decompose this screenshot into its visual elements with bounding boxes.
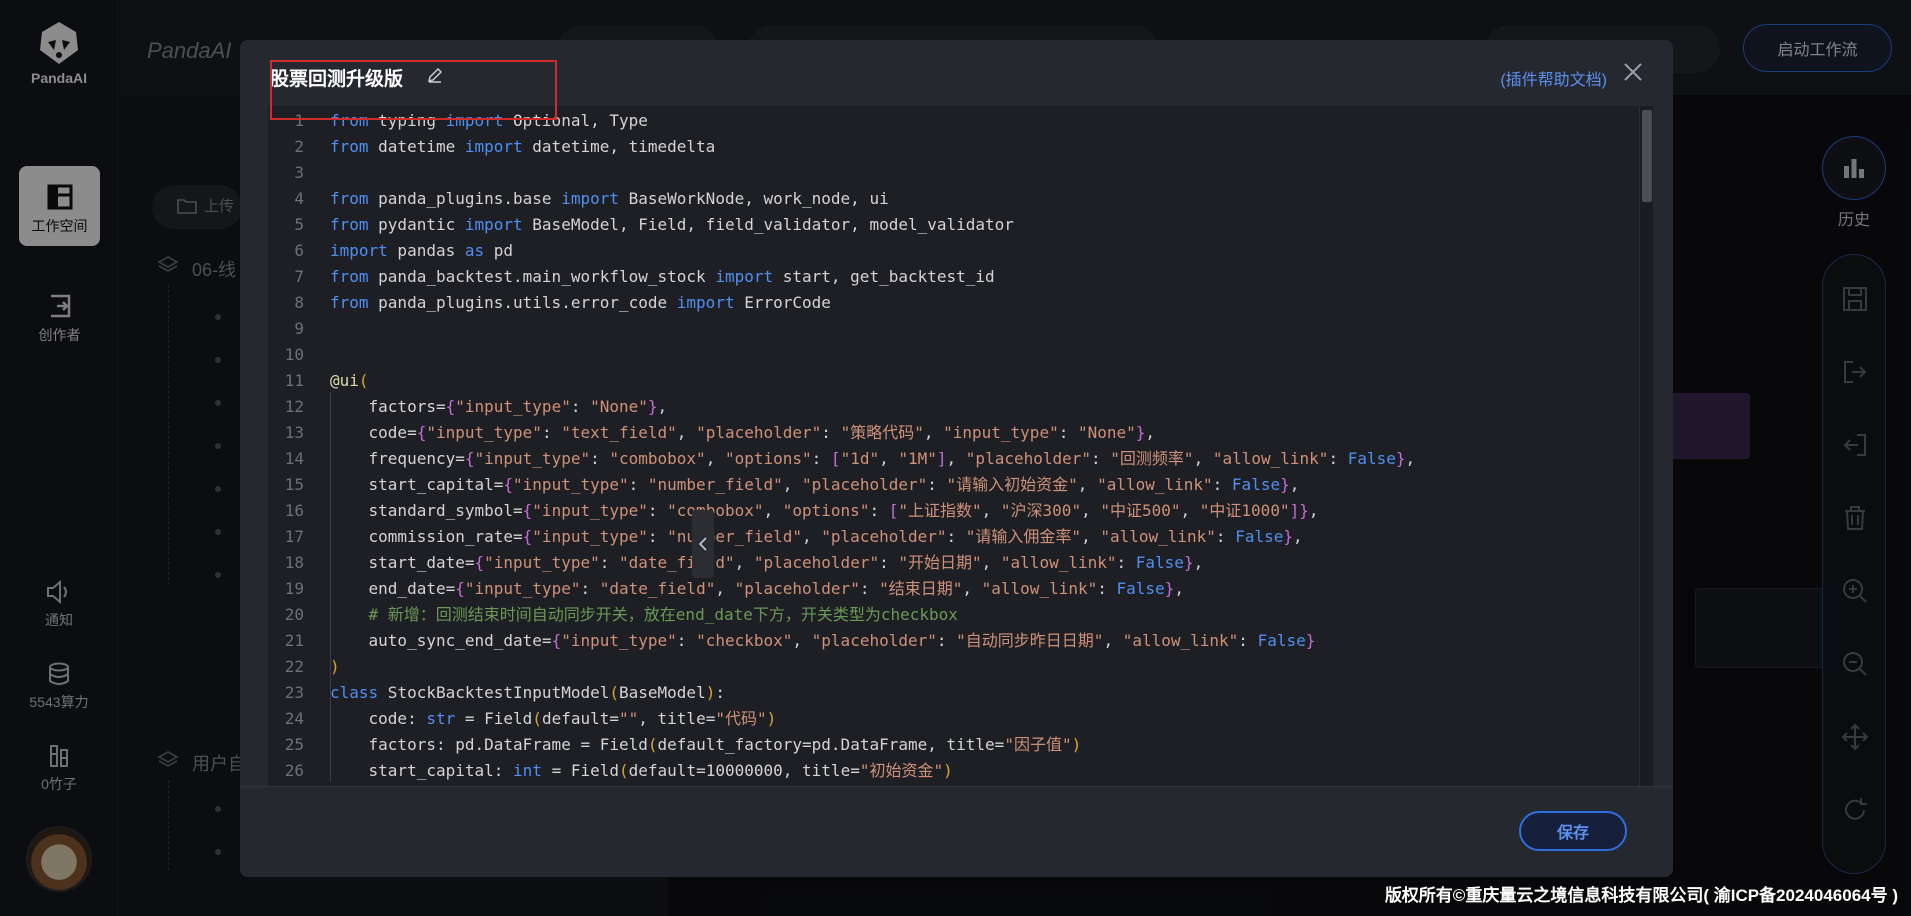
code-line[interactable]: 3	[268, 160, 1628, 186]
code-line[interactable]: 14 frequency={"input_type": "combobox", …	[268, 446, 1628, 472]
code-line[interactable]: 7 from panda_backtest.main_workflow_stock…	[268, 264, 1628, 290]
code-text: frequency={"input_type": "combobox", "op…	[330, 449, 1416, 468]
code-editor-modal: 股票回测升级版 (插件帮助文档) 1 from typing import Opt…	[240, 40, 1673, 877]
code-text: @ui(	[330, 371, 369, 390]
code-text: # 新增：回测结束时间自动同步开关，放在end_date下方，开关类型为chec…	[330, 605, 958, 624]
code-line[interactable]: 23 class StockBacktestInputModel(BaseMode…	[268, 680, 1628, 706]
code-text: commission_rate={"input_type": "number_f…	[330, 527, 1303, 546]
scrollbar-thumb[interactable]	[1642, 110, 1652, 202]
code-line[interactable]: 12 factors={"input_type": "None"},	[268, 394, 1628, 420]
code-text: factors={"input_type": "None"},	[330, 397, 668, 416]
close-icon[interactable]	[1621, 60, 1645, 84]
editor-scrollbar[interactable]	[1639, 106, 1653, 786]
code-line[interactable]: 16 standard_symbol={"input_type": "combo…	[268, 498, 1628, 524]
code-text: from panda_plugins.utils.error_code impo…	[330, 293, 831, 312]
code-text: standard_symbol={"input_type": "combobox…	[330, 501, 1319, 520]
line-number: 11	[284, 371, 304, 390]
code-text: factors: pd.DataFrame = Field(default_fa…	[330, 735, 1082, 754]
line-number: 3	[294, 163, 304, 182]
code-text: from pydantic import BaseModel, Field, f…	[330, 215, 1014, 234]
line-number: 14	[284, 449, 304, 468]
line-number: 19	[284, 579, 304, 598]
code-line[interactable]: 5 from pydantic import BaseModel, Field, …	[268, 212, 1628, 238]
line-number: 2	[294, 137, 304, 156]
code-editor[interactable]: 1 from typing import Optional, Type 2 from …	[268, 106, 1653, 786]
line-number: 4	[294, 189, 304, 208]
highlight-annotation	[270, 60, 557, 120]
code-line[interactable]: 8 from panda_plugins.utils.error_code imp…	[268, 290, 1628, 316]
code-text: )	[330, 657, 340, 676]
code-text: import pandas as pd	[330, 241, 514, 260]
code-text: start_date={"input_type": "date_field", …	[330, 553, 1204, 572]
collapse-handle[interactable]	[692, 510, 714, 578]
code-text: end_date={"input_type": "date_field", "p…	[330, 579, 1184, 598]
line-number: 15	[284, 475, 304, 494]
code-line[interactable]: 4 from panda_plugins.base import BaseWork…	[268, 186, 1628, 212]
code-line[interactable]: 13 code={"input_type": "text_field", "pl…	[268, 420, 1628, 446]
app-root: PandaAI 工作空间 创作者 通知 5543算力 0竹子 PandaAI 启…	[0, 0, 1911, 916]
line-number: 18	[284, 553, 304, 572]
code-text: auto_sync_end_date={"input_type": "check…	[330, 631, 1316, 650]
code-line[interactable]: 22)	[268, 654, 1628, 680]
code-text: from panda_plugins.base import BaseWorkN…	[330, 189, 889, 208]
code-line[interactable]: 18 start_date={"input_type": "date_field…	[268, 550, 1628, 576]
copyright-text: 版权所有©重庆量云之境信息科技有限公司( 渝ICP备2024046064号 )	[1384, 886, 1898, 905]
line-number: 21	[284, 631, 304, 650]
code-line[interactable]: 10	[268, 342, 1628, 368]
line-number: 20	[284, 605, 304, 624]
code-line[interactable]: 11 @ui(	[268, 368, 1628, 394]
code-text: code={"input_type": "text_field", "place…	[330, 423, 1156, 442]
line-number: 24	[284, 709, 304, 728]
code-text: from panda_backtest.main_workflow_stock …	[330, 267, 995, 286]
code-line[interactable]: 26 start_capital: int = Field(default=10…	[268, 758, 1628, 784]
line-number: 13	[284, 423, 304, 442]
code-line[interactable]: 2 from datetime import datetime, timedelt…	[268, 134, 1628, 160]
indent-guide	[330, 392, 331, 782]
code-line[interactable]: 17 commission_rate={"input_type": "numbe…	[268, 524, 1628, 550]
code-line[interactable]: 24 code: str = Field(default="", title="…	[268, 706, 1628, 732]
plugin-help-link[interactable]: (插件帮助文档)	[1500, 66, 1607, 90]
line-number: 8	[294, 293, 304, 312]
line-number: 10	[284, 345, 304, 364]
line-number: 22	[284, 657, 304, 676]
line-number: 9	[294, 319, 304, 338]
line-number: 12	[284, 397, 304, 416]
line-number: 6	[294, 241, 304, 260]
save-button[interactable]: 保存	[1519, 811, 1627, 851]
code-text: start_capital: int = Field(default=10000…	[330, 761, 953, 780]
code-line[interactable]: 21 auto_sync_end_date={"input_type": "ch…	[268, 628, 1628, 654]
code-line[interactable]: 25 factors: pd.DataFrame = Field(default…	[268, 732, 1628, 758]
code-text: class StockBacktestInputModel(BaseModel)…	[330, 683, 725, 702]
code-line[interactable]: 6 import pandas as pd	[268, 238, 1628, 264]
line-number: 17	[284, 527, 304, 546]
code-line[interactable]: 9	[268, 316, 1628, 342]
line-number: 7	[294, 267, 304, 286]
line-number: 5	[294, 215, 304, 234]
code-line[interactable]: 15 start_capital={"input_type": "number_…	[268, 472, 1628, 498]
code-text: from datetime import datetime, timedelta	[330, 137, 716, 156]
line-number: 25	[284, 735, 304, 754]
code-line[interactable]: 19 end_date={"input_type": "date_field",…	[268, 576, 1628, 602]
chevron-left-icon	[698, 537, 707, 551]
line-number: 26	[284, 761, 304, 780]
code-text: code: str = Field(default="", title="代码"…	[330, 709, 777, 728]
line-number: 16	[284, 501, 304, 520]
modal-footer: 保存	[240, 786, 1673, 877]
code-text: start_capital={"input_type": "number_fie…	[330, 475, 1300, 494]
line-number: 23	[284, 683, 304, 702]
code-line[interactable]: 20 # 新增：回测结束时间自动同步开关，放在end_date下方，开关类型为c…	[268, 602, 1628, 628]
